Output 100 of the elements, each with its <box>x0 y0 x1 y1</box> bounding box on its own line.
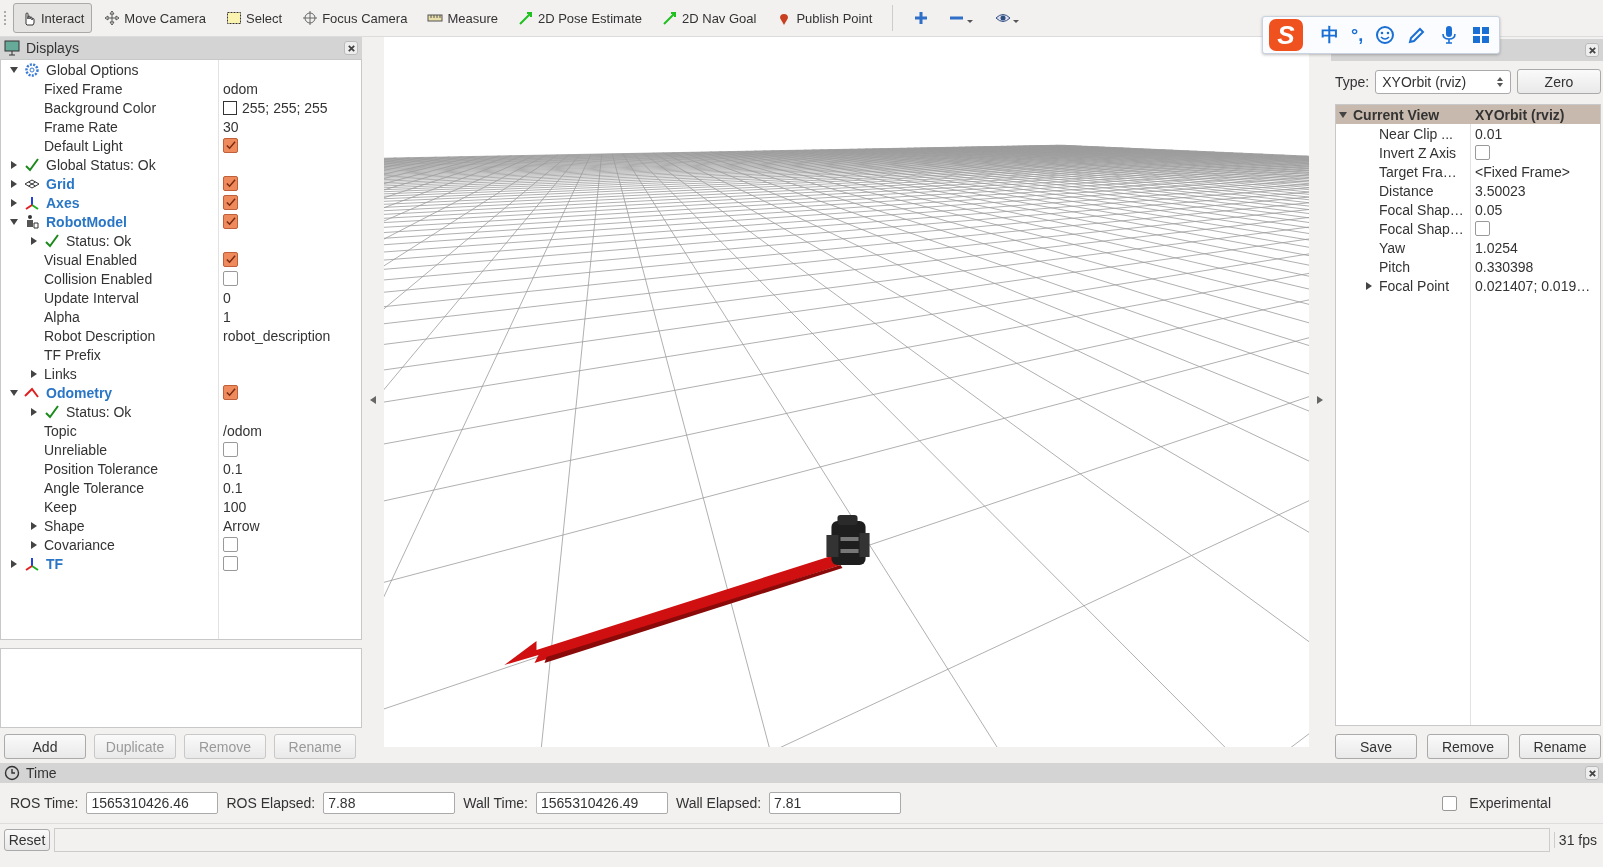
checkbox[interactable] <box>1442 795 1458 811</box>
tool-button[interactable]: Publish Point <box>768 3 881 33</box>
checkbox[interactable] <box>1475 221 1490 236</box>
tree-label[interactable]: Topic <box>44 422 77 439</box>
collapsed-arrow-icon[interactable] <box>30 236 38 245</box>
collapse-left-icon[interactable] <box>370 396 376 404</box>
checkbox[interactable] <box>223 195 238 210</box>
property-value[interactable]: 1 <box>223 308 231 325</box>
tree-label[interactable]: Update Interval <box>44 289 139 306</box>
checkbox[interactable] <box>223 176 238 191</box>
checkbox[interactable] <box>223 537 238 552</box>
tree-label[interactable]: Position Tolerance <box>44 460 159 477</box>
property-value[interactable]: 100 <box>223 498 247 515</box>
tree-label[interactable]: Global Options <box>46 61 139 78</box>
collapsed-arrow-icon[interactable] <box>30 521 38 530</box>
expanded-arrow-icon[interactable] <box>1339 110 1347 119</box>
close-button[interactable] <box>344 41 358 55</box>
apps-grid-icon[interactable] <box>1471 25 1491 45</box>
property-value[interactable]: 1.0254 <box>1475 239 1518 256</box>
tree-label[interactable]: Robot Description <box>44 327 156 344</box>
color-swatch[interactable] <box>223 100 237 115</box>
checkbox[interactable] <box>223 271 238 286</box>
tree-label[interactable]: Axes <box>46 194 80 211</box>
tree-label[interactable]: Visual Enabled <box>44 251 138 268</box>
tree-label[interactable]: Pitch <box>1379 258 1411 275</box>
tree-label[interactable]: Covariance <box>44 536 115 553</box>
tree-label[interactable]: Near Clip ... <box>1379 125 1453 142</box>
time-field[interactable]: 7.88 <box>323 792 456 814</box>
tree-label[interactable]: Distance <box>1379 182 1434 199</box>
property-value[interactable]: 0.021407; 0.019… <box>1475 277 1591 294</box>
tree-label[interactable]: Background Color <box>44 99 157 116</box>
collapsed-arrow-icon[interactable] <box>10 160 18 169</box>
close-button[interactable] <box>1585 43 1599 57</box>
tool-button[interactable]: Move Camera <box>96 3 214 33</box>
time-field[interactable]: 7.81 <box>769 792 902 814</box>
close-button[interactable] <box>1585 766 1599 780</box>
property-value[interactable]: <Fixed Frame> <box>1475 163 1570 180</box>
tree-label[interactable]: Angle Tolerance <box>44 479 145 496</box>
tree-label[interactable]: Frame Rate <box>44 118 118 135</box>
tree-label[interactable]: Alpha <box>44 308 80 325</box>
tree-label[interactable]: Focal Shap… <box>1379 220 1464 237</box>
expanded-arrow-icon[interactable] <box>10 217 18 226</box>
checkbox[interactable] <box>223 442 238 457</box>
tree-label[interactable]: RobotModel <box>46 213 127 230</box>
property-value[interactable]: odom <box>223 80 259 97</box>
property-value[interactable]: 3.50023 <box>1475 182 1526 199</box>
property-value[interactable]: 0.1 <box>223 460 243 477</box>
time-field[interactable]: 1565310426.49 <box>536 792 668 814</box>
property-value[interactable]: 0.1 <box>223 479 243 496</box>
expanded-arrow-icon[interactable] <box>10 65 18 74</box>
property-value[interactable]: 0.01 <box>1475 125 1503 142</box>
tree-label[interactable]: TF Prefix <box>44 346 101 363</box>
tree-header-row[interactable]: Current View XYOrbit (rviz) <box>1336 105 1600 124</box>
checkbox[interactable] <box>223 138 238 153</box>
panel-button[interactable]: Remove <box>1427 734 1509 759</box>
smiley-icon[interactable] <box>1375 25 1396 45</box>
tree-label[interactable]: Odometry <box>46 384 113 401</box>
property-value[interactable]: 0 <box>223 289 231 306</box>
panel-button[interactable]: Rename <box>1519 734 1601 759</box>
property-value[interactable]: 255; 255; 255 <box>242 99 328 116</box>
checkbox[interactable] <box>223 252 238 267</box>
zero-button[interactable]: Zero <box>1517 69 1601 94</box>
tool-button[interactable]: Focus Camera <box>294 3 416 33</box>
tool-button[interactable]: Interact <box>13 3 93 33</box>
collapsed-arrow-icon[interactable] <box>30 407 38 416</box>
checkbox[interactable] <box>223 385 238 400</box>
collapsed-arrow-icon[interactable] <box>1365 281 1373 290</box>
property-value[interactable]: 0.05 <box>1475 201 1503 218</box>
tree-label[interactable]: Keep <box>44 498 77 515</box>
property-value[interactable]: Arrow <box>223 517 260 534</box>
tree-label[interactable]: Status: Ok <box>66 232 132 249</box>
collapsed-arrow-icon[interactable] <box>10 559 18 568</box>
property-value[interactable]: robot_description <box>223 327 331 344</box>
collapsed-arrow-icon[interactable] <box>10 179 18 188</box>
checkbox[interactable] <box>1475 145 1490 160</box>
property-value[interactable]: 0.330398 <box>1475 258 1534 275</box>
panel-button[interactable]: Save <box>1335 734 1417 759</box>
tree-label[interactable]: Focal Point <box>1379 277 1450 294</box>
property-value[interactable]: /odom <box>223 422 262 439</box>
tree-label[interactable]: Collision Enabled <box>44 270 153 287</box>
ime-mode-button[interactable]: °, <box>1350 24 1364 46</box>
ime-logo[interactable]: S <box>1269 19 1303 51</box>
tool-button[interactable]: Measure <box>419 3 506 33</box>
tree-label[interactable]: Unreliable <box>44 441 108 458</box>
tool-button[interactable]: 2D Nav Goal <box>654 3 765 33</box>
time-field[interactable]: 1565310426.46 <box>86 792 219 814</box>
expanded-arrow-icon[interactable] <box>10 388 18 397</box>
tree-label[interactable]: Status: Ok <box>66 403 132 420</box>
collapsed-arrow-icon[interactable] <box>30 369 38 378</box>
collapse-right-icon[interactable] <box>1317 396 1323 404</box>
tree-label[interactable]: Shape <box>44 517 85 534</box>
tool-button[interactable]: Select <box>218 3 291 33</box>
tree-label[interactable]: TF <box>46 555 64 572</box>
tree-label[interactable]: Focal Shap… <box>1379 201 1464 218</box>
tree-label[interactable]: Links <box>44 365 77 382</box>
type-dropdown[interactable]: XYOrbit (rviz) <box>1375 69 1511 94</box>
reset-button[interactable]: Reset <box>4 829 50 851</box>
collapsed-arrow-icon[interactable] <box>30 540 38 549</box>
collapsed-arrow-icon[interactable] <box>10 198 18 207</box>
tree-label[interactable]: Grid <box>46 175 75 192</box>
